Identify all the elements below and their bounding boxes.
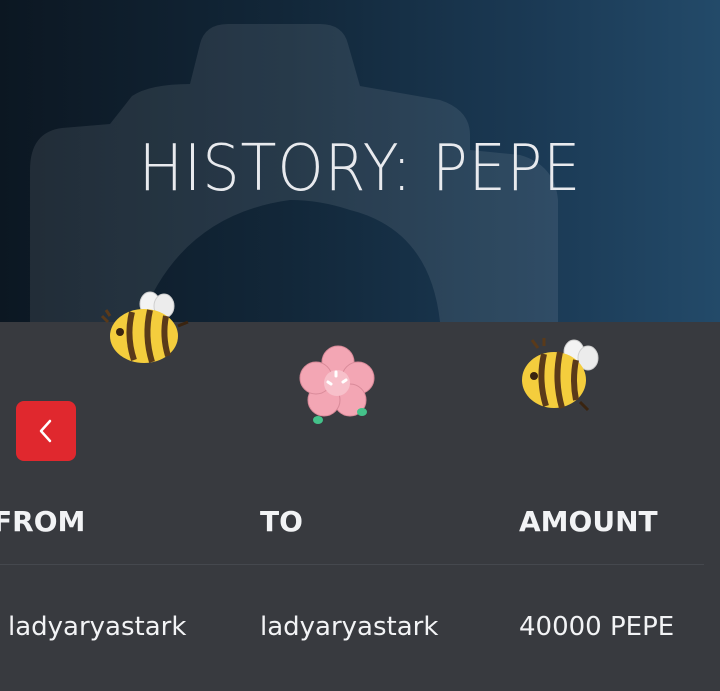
back-button[interactable] [16,401,76,461]
cell-amount: 40000 PEPE [519,612,675,642]
page-title: HISTORY: PEPE [138,132,582,206]
column-header-amount: AMOUNT [519,505,658,538]
flower-icon [299,345,375,424]
column-header-to: TO [260,505,303,538]
bee-icon [100,291,189,363]
header-divider [0,564,704,565]
cell-from: ladyaryastark [8,612,187,642]
bee-icon [522,338,599,412]
chevron-left-icon [39,419,52,443]
cell-to: ladyaryastark [260,612,439,642]
page-header: HISTORY: PEPE [0,0,720,322]
column-header-from: FROM [0,505,86,538]
